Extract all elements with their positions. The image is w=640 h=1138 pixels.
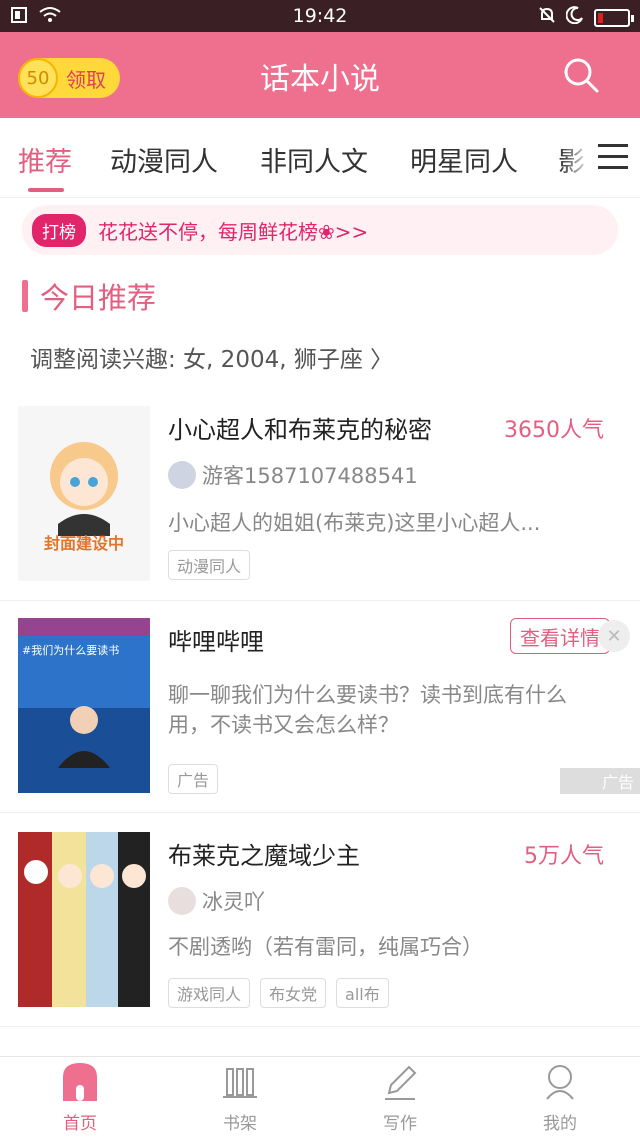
nav-write[interactable]: 写作 (360, 1063, 440, 1134)
status-time: 19:42 (292, 5, 348, 27)
tab-celebrity[interactable]: 明星同人 (410, 140, 518, 179)
book-description: 不剧透哟（若有雷同，纯属巧合） (168, 935, 483, 959)
ad-tag: 广告 (168, 764, 219, 794)
category-tabs: 推荐 动漫同人 非同人文 明星同人 影 (0, 118, 640, 198)
rank-badge: 打榜 (32, 213, 86, 247)
author: 冰灵吖 (168, 886, 265, 916)
wifi-icon (38, 6, 62, 29)
mute-bell-icon (538, 6, 556, 29)
notification-icon (10, 6, 28, 29)
close-icon[interactable]: ✕ (598, 620, 630, 652)
ad-title[interactable]: 哔哩哔哩 (168, 622, 264, 657)
tab-recommend[interactable]: 推荐 (18, 140, 72, 179)
cover-placeholder-text: 封面建设中 (43, 534, 124, 553)
home-icon (61, 1063, 99, 1101)
ad-cover-image[interactable]: #我们为什么要读书 (18, 618, 150, 793)
tab-anime[interactable]: 动漫同人 (110, 140, 218, 179)
popularity: 5万人气 (524, 844, 604, 869)
bookshelf-icon (221, 1063, 259, 1101)
pen-icon (381, 1063, 419, 1101)
author-name: 游客1587107488541 (202, 464, 418, 488)
app-header: 50 领取 话本小说 (0, 32, 640, 118)
view-details-button[interactable]: 查看详情 (510, 618, 610, 654)
adjust-interest-link[interactable]: 调整阅读兴趣: 女, 2004, 狮子座 〉 (30, 340, 393, 374)
moon-icon (565, 6, 584, 29)
tag[interactable]: all布 (336, 978, 389, 1008)
popularity: 3650人气 (504, 418, 604, 443)
banner-text: 花花送不停，每周鲜花榜❀>> (98, 219, 369, 244)
ad-description: 聊一聊我们为什么要读书？读书到底有什么用，不读书又会怎么样？ (168, 683, 567, 737)
status-bar: 19:42 (0, 0, 640, 32)
menu-icon[interactable] (598, 144, 628, 170)
tag[interactable]: 游戏同人 (168, 978, 251, 1008)
nav-home[interactable]: 首页 (40, 1063, 120, 1134)
active-tab-indicator (28, 188, 64, 192)
book-cover-placeholder[interactable]: 封面建设中 (18, 406, 150, 581)
nav-label: 我的 (543, 1114, 577, 1134)
tab-original[interactable]: 非同人文 (260, 140, 368, 179)
nav-label: 写作 (383, 1114, 417, 1134)
search-icon[interactable] (562, 56, 600, 94)
ad-cover-text: #我们为什么要读书 (22, 644, 120, 657)
nav-label: 书架 (223, 1114, 257, 1134)
section-title: 今日推荐 (40, 281, 157, 315)
battery-icon (594, 8, 634, 27)
tag[interactable]: 布女党 (260, 978, 327, 1008)
avatar (168, 461, 196, 489)
book-description: 小心超人的姐姐(布莱克)这里小心超人... (168, 511, 541, 535)
book-cover[interactable] (18, 832, 150, 1007)
nav-label: 首页 (63, 1114, 97, 1134)
avatar (168, 887, 196, 915)
flower-ranking-banner[interactable]: 打榜 花花送不停，每周鲜花榜❀>> (22, 205, 618, 255)
book-title[interactable]: 布莱克之魔域少主 (168, 836, 360, 871)
app-title: 话本小说 (260, 62, 380, 97)
profile-icon (541, 1063, 579, 1101)
tag-list: 动漫同人 (168, 550, 251, 580)
ad-mark: 广告 (560, 768, 640, 794)
tag[interactable]: 动漫同人 (168, 550, 251, 580)
author-name: 冰灵吖 (202, 890, 265, 914)
book-title[interactable]: 小心超人和布莱克的秘密 (168, 410, 432, 445)
bottom-navigation: 首页 书架 写作 我的 (0, 1056, 640, 1138)
nav-profile[interactable]: 我的 (520, 1063, 600, 1134)
tag-list: 游戏同人 布女党 all布 (168, 978, 389, 1008)
tag-list: 广告 (168, 764, 219, 794)
author: 游客1587107488541 (168, 460, 418, 490)
nav-bookshelf[interactable]: 书架 (200, 1063, 280, 1134)
section-heading: 今日推荐 (22, 276, 156, 316)
